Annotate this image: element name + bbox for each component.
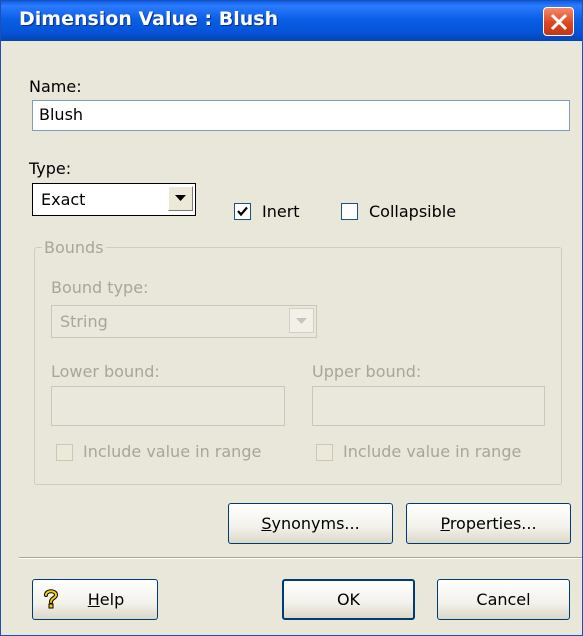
upper-include-checkbox[interactable] xyxy=(316,444,333,461)
properties-button[interactable]: Properties... xyxy=(406,503,571,544)
checkmark-icon xyxy=(237,206,248,217)
bound-type-dropdown[interactable]: String xyxy=(51,305,317,338)
upper-include-label[interactable]: Include value in range xyxy=(343,442,521,461)
type-label: Type: xyxy=(29,159,72,178)
lower-bound-input[interactable] xyxy=(51,386,285,426)
bound-type-value: String xyxy=(60,312,108,331)
bound-type-arrow[interactable] xyxy=(289,308,314,333)
title-bar[interactable]: Dimension Value : Blush xyxy=(1,1,582,41)
properties-label: roperties... xyxy=(449,514,537,533)
inert-checkbox[interactable] xyxy=(234,203,251,220)
type-dropdown-value: Exact xyxy=(41,190,86,209)
upper-bound-input[interactable] xyxy=(312,386,545,426)
dialog-body: Name: Blush Type: Exact Inert Collapsibl… xyxy=(1,41,582,635)
cancel-button[interactable]: Cancel xyxy=(437,579,570,620)
help-mnemonic: H xyxy=(87,590,100,609)
properties-mnemonic: P xyxy=(440,514,450,533)
chevron-down-icon xyxy=(175,195,186,201)
synonyms-label: ynonyms... xyxy=(271,514,360,533)
bound-type-label: Bound type: xyxy=(51,278,149,297)
inert-label[interactable]: Inert xyxy=(262,202,300,221)
close-button[interactable] xyxy=(543,7,574,36)
bounds-group-label: Bounds xyxy=(42,238,106,257)
help-button[interactable]: Help xyxy=(32,579,158,620)
lower-bound-label: Lower bound: xyxy=(51,362,160,381)
dialog-window: Dimension Value : Blush Name: Blush Type… xyxy=(0,0,583,636)
type-dropdown[interactable]: Exact xyxy=(32,183,196,216)
window-title: Dimension Value : Blush xyxy=(19,8,279,30)
synonyms-button[interactable]: Synonyms... xyxy=(228,503,393,544)
help-label: elp xyxy=(99,590,125,609)
chevron-down-icon xyxy=(296,318,307,324)
lower-include-checkbox[interactable] xyxy=(56,444,73,461)
close-icon xyxy=(550,13,568,31)
help-icon xyxy=(44,589,59,609)
name-input[interactable]: Blush xyxy=(32,100,570,131)
ok-button[interactable]: OK xyxy=(282,579,415,620)
type-dropdown-arrow[interactable] xyxy=(168,186,193,211)
upper-bound-label: Upper bound: xyxy=(312,362,422,381)
separator-highlight xyxy=(19,558,582,559)
name-label: Name: xyxy=(29,77,82,96)
synonyms-mnemonic: S xyxy=(261,514,272,533)
lower-include-label[interactable]: Include value in range xyxy=(83,442,261,461)
collapsible-checkbox[interactable] xyxy=(341,203,358,220)
collapsible-label[interactable]: Collapsible xyxy=(369,202,456,221)
